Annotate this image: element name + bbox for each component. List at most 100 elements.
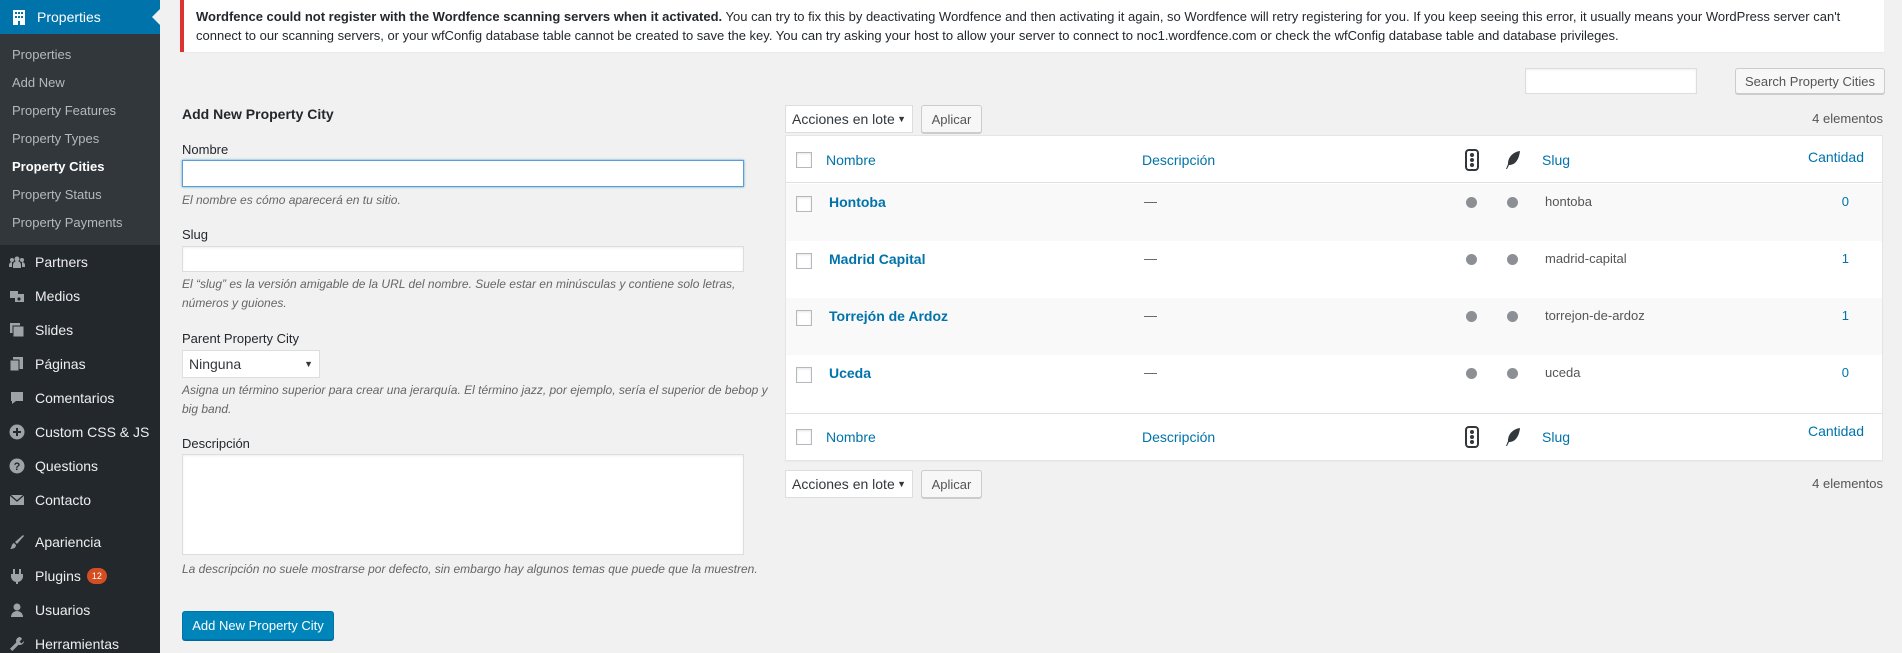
menu-item-comentarios[interactable]: Comentarios <box>0 381 160 415</box>
pages-icon <box>8 355 26 373</box>
parent-label: Parent Property City <box>182 331 300 346</box>
table-row: Uceda — uceda 0 <box>786 355 1882 412</box>
term-name-link[interactable]: Hontoba <box>829 194 886 210</box>
menu-item-questions[interactable]: ? Questions <box>0 449 160 483</box>
wordfence-error-notice: Wordfence could not register with the Wo… <box>180 0 1884 52</box>
notice-title: Wordfence could not register with the Wo… <box>196 9 723 24</box>
description-textarea[interactable] <box>182 454 744 555</box>
term-name-link[interactable]: Madrid Capital <box>829 251 925 267</box>
menu-item-properties[interactable]: Properties <box>0 0 160 34</box>
submenu-item-property-types[interactable]: Property Types <box>0 125 160 153</box>
menu-item-slides[interactable]: Slides <box>0 313 160 347</box>
traffic-light-icon <box>1465 426 1479 448</box>
menu-item-herramientas[interactable]: Herramientas <box>0 627 160 653</box>
term-slug: madrid-capital <box>1545 251 1627 266</box>
submenu-item-property-status[interactable]: Property Status <box>0 181 160 209</box>
row-checkbox[interactable] <box>796 196 812 212</box>
comments-icon <box>8 389 26 407</box>
name-field[interactable] <box>182 160 744 187</box>
select-all-checkbox-footer[interactable] <box>796 429 812 445</box>
building-icon <box>10 8 28 26</box>
items-count-bottom: 4 elementos <box>1812 476 1883 491</box>
select-all-checkbox[interactable] <box>796 152 812 168</box>
column-name[interactable]: Nombre <box>826 152 876 168</box>
svg-text:?: ? <box>14 461 21 473</box>
menu-label: Contacto <box>35 492 92 508</box>
bulk-actions-select-bottom[interactable]: Acciones en lote ▼ <box>785 470 913 498</box>
status-dot <box>1466 311 1477 322</box>
column-count-footer[interactable]: Cantidad <box>1808 423 1864 439</box>
row-checkbox[interactable] <box>796 310 812 326</box>
menu-item-plugins[interactable]: Plugins 12 <box>0 559 160 593</box>
term-slug: uceda <box>1545 365 1581 380</box>
row-checkbox[interactable] <box>796 253 812 269</box>
items-count-top: 4 elementos <box>1812 111 1883 126</box>
term-description: — <box>1144 365 1157 380</box>
menu-item-paginas[interactable]: Páginas <box>0 347 160 381</box>
wrench-icon <box>8 635 26 653</box>
name-help: El nombre es cómo aparecerá en tu sitio. <box>182 193 401 207</box>
column-description-footer[interactable]: Descripción <box>1142 429 1215 445</box>
dropdown-arrow-icon: ▼ <box>304 359 313 369</box>
table-row: Madrid Capital — madrid-capital 1 <box>786 241 1882 298</box>
menu-label: Slides <box>35 322 74 338</box>
brush-icon <box>8 533 26 551</box>
term-name-link[interactable]: Torrejón de Ardoz <box>829 308 948 324</box>
column-count[interactable]: Cantidad <box>1808 149 1864 165</box>
plugin-icon <box>8 567 26 585</box>
feather-icon <box>1506 151 1520 169</box>
bulk-actions-selected: Acciones en lote <box>792 111 895 127</box>
plus-circle-icon <box>8 423 26 441</box>
menu-item-partners[interactable]: Partners <box>0 245 160 279</box>
term-name-link[interactable]: Uceda <box>829 365 871 381</box>
submenu-item-properties[interactable]: Properties <box>0 41 160 69</box>
search-property-cities-button[interactable]: Search Property Cities <box>1735 68 1885 94</box>
menu-label: Partners <box>35 254 88 270</box>
search-input[interactable] <box>1525 68 1697 94</box>
table-footer: Nombre Descripción Slug Cantidad <box>786 413 1882 460</box>
name-label: Nombre <box>182 142 229 157</box>
term-count-link[interactable]: 0 <box>1842 194 1849 209</box>
parent-select[interactable]: Ninguna ▼ <box>182 350 320 378</box>
submenu-item-add-new[interactable]: Add New <box>0 69 160 97</box>
menu-item-usuarios[interactable]: Usuarios <box>0 593 160 627</box>
admin-sidebar: Properties Properties Add New Property F… <box>0 0 160 653</box>
status-dot <box>1507 368 1518 379</box>
menu-item-medios[interactable]: Medios <box>0 279 160 313</box>
column-slug-footer[interactable]: Slug <box>1542 429 1570 445</box>
menu-item-contacto[interactable]: Contacto <box>0 483 160 517</box>
bulk-actions-select-top[interactable]: Acciones en lote ▼ <box>785 105 913 133</box>
term-count-link[interactable]: 1 <box>1842 251 1849 266</box>
menu-label: Plugins <box>35 568 81 584</box>
update-count-badge: 12 <box>86 568 107 584</box>
term-count-link[interactable]: 0 <box>1842 365 1849 380</box>
column-description[interactable]: Descripción <box>1142 152 1215 168</box>
feather-icon <box>1506 428 1520 446</box>
submenu-item-property-features[interactable]: Property Features <box>0 97 160 125</box>
add-new-property-city-button[interactable]: Add New Property City <box>182 611 334 640</box>
slug-field[interactable] <box>182 246 744 272</box>
parent-selected: Ninguna <box>189 356 242 372</box>
column-name-footer[interactable]: Nombre <box>826 429 876 445</box>
term-slug: hontoba <box>1545 194 1592 209</box>
parent-help: Asigna un término superior para crear un… <box>182 383 768 416</box>
submenu-item-property-payments[interactable]: Property Payments <box>0 209 160 237</box>
column-slug[interactable]: Slug <box>1542 152 1570 168</box>
menu-label: Apariencia <box>35 534 102 550</box>
apply-button-top[interactable]: Aplicar <box>921 105 982 133</box>
table-header: Nombre Descripción Slug Cantidad <box>786 136 1882 183</box>
apply-button-bottom[interactable]: Aplicar <box>921 470 982 498</box>
menu-item-apariencia[interactable]: Apariencia <box>0 525 160 559</box>
menu-item-custom-css-js[interactable]: Custom CSS & JS <box>0 415 160 449</box>
term-slug: torrejon-de-ardoz <box>1545 308 1645 323</box>
table-row: Hontoba — hontoba 0 <box>786 184 1882 241</box>
status-dot <box>1466 254 1477 265</box>
menu-label: Properties <box>37 9 101 25</box>
status-dot <box>1507 311 1518 322</box>
submenu-item-property-cities[interactable]: Property Cities <box>0 153 160 181</box>
question-icon: ? <box>8 457 26 475</box>
row-checkbox[interactable] <box>796 367 812 383</box>
slug-help: El “slug” es la versión amigable de la U… <box>182 277 736 310</box>
term-count-link[interactable]: 1 <box>1842 308 1849 323</box>
media-icon <box>8 287 26 305</box>
